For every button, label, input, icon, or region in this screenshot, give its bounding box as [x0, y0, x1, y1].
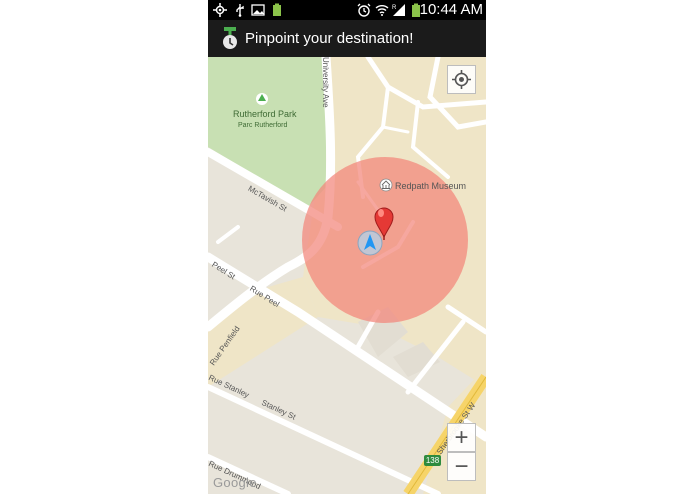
map-view[interactable]: Rutherford Park Parc Rutherford Redpath … — [208, 57, 486, 494]
google-logo: Google — [213, 475, 257, 490]
my-location-button[interactable] — [447, 65, 476, 94]
svg-text:R: R — [392, 5, 397, 11]
signal-icon: R — [392, 4, 405, 16]
crosshair-icon — [452, 70, 471, 89]
gallery-icon — [251, 4, 265, 16]
status-bar: R 10:44 AM — [208, 0, 486, 20]
zoom-in-button[interactable]: + — [447, 423, 476, 452]
alarm-icon — [357, 3, 371, 17]
pin-app-icon[interactable] — [220, 26, 240, 52]
route-badge: 138 — [424, 455, 441, 466]
battery-small-icon — [273, 3, 281, 16]
park-marker-icon — [256, 93, 268, 105]
zoom-out-button[interactable]: − — [447, 452, 476, 481]
action-bar: Pinpoint your destination! — [208, 20, 486, 57]
phone-screen: R 10:44 AM Pinpoint your destination! Ru… — [208, 0, 486, 494]
gps-icon — [213, 3, 227, 17]
museum-label: Redpath Museum — [395, 181, 467, 191]
usb-icon — [236, 4, 244, 17]
street-label-univ: University Ave — [321, 57, 330, 108]
wifi-icon — [375, 5, 389, 16]
park-label: Rutherford Park — [233, 109, 297, 119]
status-time: 10:44 AM — [419, 1, 483, 18]
page-title: Pinpoint your destination! — [245, 30, 414, 47]
museum-marker-icon — [379, 178, 393, 192]
park-label-fr: Parc Rutherford — [238, 122, 288, 129]
